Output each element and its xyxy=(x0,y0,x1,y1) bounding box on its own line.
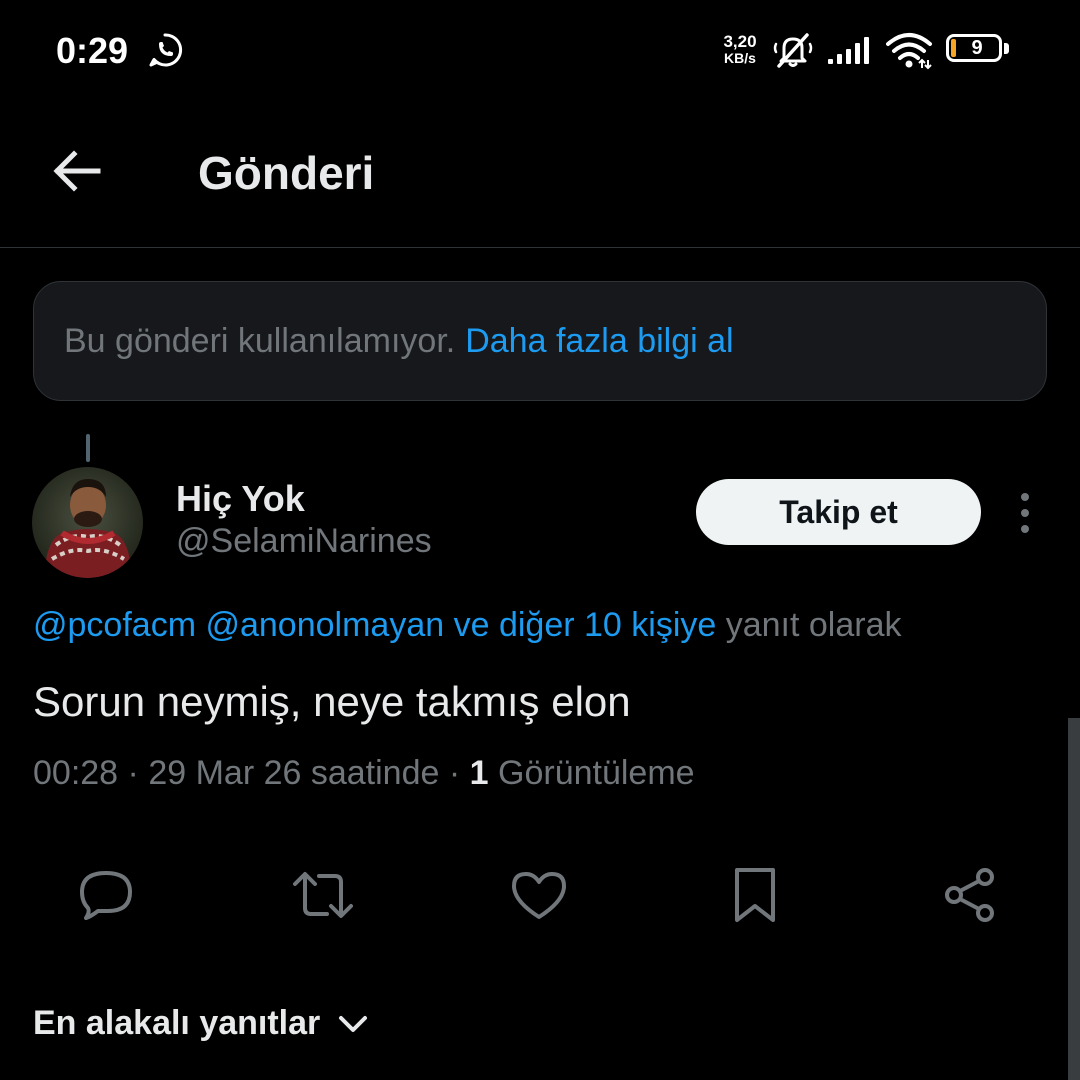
share-button[interactable] xyxy=(935,860,1005,930)
retweet-button[interactable] xyxy=(288,860,358,930)
author-display-name[interactable]: Hiç Yok xyxy=(176,478,305,520)
reply-context: @pcofacm @anonolmayan ve diğer 10 kişiye… xyxy=(33,606,902,645)
bookmark-button[interactable] xyxy=(720,860,790,930)
author-handle[interactable]: @SelamiNarines xyxy=(176,522,432,561)
back-button[interactable] xyxy=(40,138,116,204)
page-title: Gönderi xyxy=(198,147,375,199)
unavailable-post-notice: Bu gönderi kullanılamıyor. Daha fazla bi… xyxy=(33,281,1047,401)
action-bar xyxy=(0,860,1080,930)
tweet-meta: 00:28 · 29 Mar 26 saatinde · 1 Görüntüle… xyxy=(33,754,695,792)
retweet-icon xyxy=(293,872,353,918)
scrollbar-thumb[interactable] xyxy=(1068,718,1080,1080)
reply-icon xyxy=(80,871,132,920)
like-icon xyxy=(512,872,566,919)
cellular-signal-icon xyxy=(828,37,869,64)
whatsapp-icon xyxy=(149,33,183,67)
tweet-date[interactable]: 29 Mar 26 saatinde xyxy=(148,754,439,792)
replies-sort-dropdown[interactable]: En alakalı yanıtlar xyxy=(33,1004,368,1043)
battery-indicator: 9 xyxy=(946,34,1010,66)
arrow-left-icon xyxy=(53,150,101,192)
chevron-down-icon xyxy=(339,1015,368,1032)
avatar-image xyxy=(32,467,143,578)
more-vert-icon xyxy=(1021,493,1029,501)
mention-link[interactable]: @anonolmayan xyxy=(205,606,444,644)
avatar[interactable] xyxy=(32,467,143,578)
network-speed-value: 3,20 xyxy=(723,32,757,51)
bookmark-icon xyxy=(735,868,775,922)
views-label: Görüntüleme xyxy=(498,754,695,792)
tweet-text: Sorun neymiş, neye takmış elon xyxy=(33,678,631,725)
replies-sort-label: En alakalı yanıtlar xyxy=(33,1004,321,1042)
share-icon xyxy=(945,868,994,922)
thread-connector-line xyxy=(86,434,90,462)
network-speed: 3,20 KB/s xyxy=(716,32,764,66)
learn-more-link[interactable]: Daha fazla bilgi al xyxy=(465,322,733,361)
more-options-button[interactable] xyxy=(1004,488,1046,538)
follow-button[interactable]: Takip et xyxy=(696,479,981,545)
network-speed-unit: KB/s xyxy=(724,50,756,66)
status-bar: 0:29 3,20 KB/s 9 xyxy=(0,0,1080,100)
reply-button[interactable] xyxy=(72,860,142,930)
notifications-muted-icon xyxy=(773,33,813,68)
top-header: Gönderi xyxy=(0,100,1080,248)
notice-text: Bu gönderi kullanılamıyor. xyxy=(64,321,456,360)
views-count: 1 xyxy=(469,754,489,792)
mention-link[interactable]: @pcofacm xyxy=(33,606,196,644)
like-button[interactable] xyxy=(504,860,574,930)
status-time: 0:29 xyxy=(56,30,129,71)
wifi-icon xyxy=(886,33,932,70)
reply-context-suffix: yanıt olarak xyxy=(725,606,902,644)
other-recipients-link[interactable]: ve diğer 10 kişiye xyxy=(454,606,717,644)
battery-level: 9 xyxy=(971,37,983,59)
tweet-time[interactable]: 00:28 xyxy=(33,754,118,792)
